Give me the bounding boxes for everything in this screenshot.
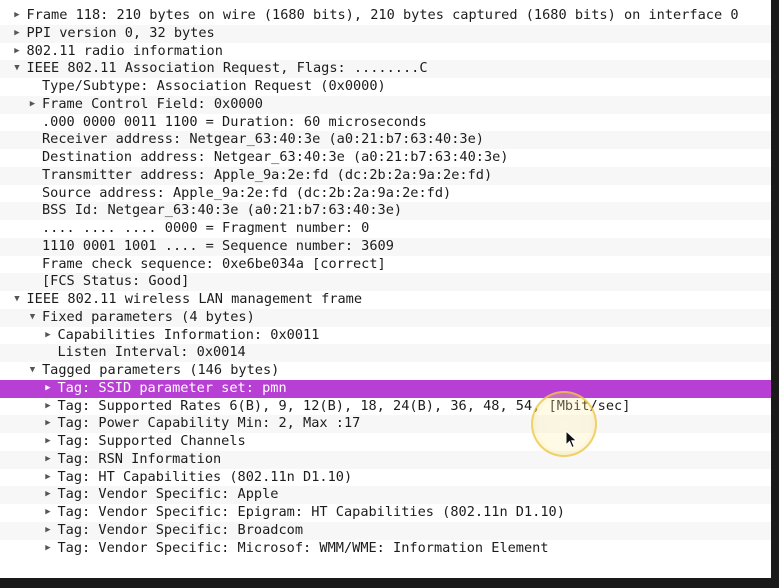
tree-row-label: Tag: RSN Information <box>57 450 222 467</box>
tree-row-label: IEEE 802.11 wireless LAN management fram… <box>26 291 363 307</box>
triangle-right-icon[interactable]: ▶ <box>11 43 23 61</box>
triangle-right-icon[interactable]: ▶ <box>42 540 54 558</box>
tree-row-label: Frame check sequence: 0xe6be034a [correc… <box>42 255 386 272</box>
triangle-right-icon[interactable]: ▶ <box>42 469 54 487</box>
tree-row[interactable]: ▼ Tagged parameters (146 bytes) <box>0 362 771 380</box>
triangle-right-icon[interactable]: ▶ <box>42 433 54 451</box>
tree-row[interactable]: ▼ IEEE 802.11 Association Request, Flags:… <box>0 60 771 78</box>
tree-row[interactable]: ▶ Tag: SSID parameter set: pmn <box>0 379 771 398</box>
tree-row-label: Tagged parameters (146 bytes) <box>42 362 280 378</box>
tree-row-label: Source address: Apple_9a:2e:fd (dc:2b:2a… <box>42 184 452 201</box>
triangle-right-icon[interactable]: ▶ <box>42 398 54 416</box>
triangle-down-icon[interactable]: ▼ <box>11 291 23 309</box>
tree-row-label: .... .... .... 0000 = Fragment number: 0 <box>42 220 370 236</box>
tree-row[interactable]: Frame check sequence: 0xe6be034a [correc… <box>0 256 771 274</box>
tree-row[interactable]: Source address: Apple_9a:2e:fd (dc:2b:2a… <box>0 185 771 203</box>
tree-row[interactable]: ▶ Tag: HT Capabilities (802.11n D1.10) <box>0 469 771 487</box>
tree-row[interactable]: ▼ IEEE 802.11 wireless LAN management fra… <box>0 291 771 309</box>
triangle-right-icon[interactable]: ▶ <box>42 504 54 522</box>
tree-row[interactable]: ▶ Frame Control Field: 0x0000 <box>0 95 771 114</box>
tree-row-label: 802.11 radio information <box>26 42 223 59</box>
tree-row[interactable]: ▶ PPI version 0, 32 bytes <box>0 24 771 43</box>
triangle-right-icon[interactable]: ▶ <box>42 327 54 345</box>
packet-details-pane: ▶ Frame 118: 210 bytes on wire (1680 bits… <box>0 0 779 588</box>
cursor-highlight <box>531 391 597 457</box>
mouse-pointer-icon <box>565 430 578 449</box>
triangle-right-icon[interactable]: ▶ <box>42 380 54 398</box>
tree-row-label: Tag: Vendor Specific: Broadcom <box>57 521 304 538</box>
tree-row[interactable]: BSS Id: Netgear_63:40:3e (a0:21:b7:63:40… <box>0 202 771 220</box>
tree-row-label: [FCS Status: Good] <box>42 273 190 290</box>
tree-row-label: Transmitter address: Apple_9a:2e:fd (dc:… <box>42 166 493 183</box>
triangle-right-icon[interactable]: ▶ <box>42 451 54 469</box>
tree-row[interactable]: [FCS Status: Good] <box>0 273 771 291</box>
tree-row-label: Frame Control Field: 0x0000 <box>42 95 263 112</box>
triangle-right-icon[interactable]: ▶ <box>42 486 54 504</box>
triangle-right-icon[interactable]: ▶ <box>27 96 39 114</box>
tree-row-label: Receiver address: Netgear_63:40:3e (a0:2… <box>42 131 484 148</box>
tree-row[interactable]: Destination address: Netgear_63:40:3e (a… <box>0 149 771 167</box>
tree-row-label: Tag: HT Capabilities (802.11n D1.10) <box>57 468 353 485</box>
tree-row-label: Tag: Vendor Specific: Microsof: WMM/WME:… <box>57 539 549 556</box>
tree-row[interactable]: ▶ Tag: Power Capability Min: 2, Max :17 <box>0 415 771 433</box>
tree-row[interactable]: ▶ 802.11 radio information <box>0 43 771 61</box>
tree-row[interactable]: Receiver address: Netgear_63:40:3e (a0:2… <box>0 131 771 149</box>
tree-row-label: 1110 0001 1001 .... = Sequence number: 3… <box>42 237 394 254</box>
tree-row-label: Tag: Vendor Specific: Apple <box>57 486 279 503</box>
tree-row[interactable]: .... .... .... 0000 = Fragment number: 0 <box>0 220 771 238</box>
tree-row-label: Type/Subtype: Association Request (0x000… <box>42 78 386 94</box>
tree-row-label: Capabilities Information: 0x0011 <box>57 326 320 343</box>
triangle-down-icon[interactable]: ▼ <box>27 362 39 380</box>
tree-row-label: Destination address: Netgear_63:40:3e (a… <box>42 149 509 165</box>
triangle-right-icon[interactable]: ▶ <box>11 7 23 25</box>
window-bottom-edge <box>0 578 779 588</box>
tree-row[interactable]: ▶ Tag: Vendor Specific: Apple <box>0 486 771 504</box>
tree-row[interactable]: ▶ Tag: Vendor Specific: Microsof: WMM/WME… <box>0 540 771 558</box>
tree-row-label: Tag: Vendor Specific: Epigram: HT Capabi… <box>57 504 565 520</box>
triangle-down-icon[interactable]: ▼ <box>27 309 39 327</box>
tree-row[interactable]: ▶ Tag: Vendor Specific: Broadcom <box>0 521 771 540</box>
tree-row-label: Listen Interval: 0x0014 <box>57 344 246 361</box>
tree-row-label: Tag: Power Capability Min: 2, Max :17 <box>57 415 361 432</box>
tree-row-label: BSS Id: Netgear_63:40:3e (a0:21:b7:63:40… <box>42 202 403 219</box>
tree-row-label: IEEE 802.11 Association Request, Flags: … <box>26 60 428 77</box>
tree-row[interactable]: ▶ Capabilities Information: 0x0011 <box>0 327 771 345</box>
tree-row[interactable]: Type/Subtype: Association Request (0x000… <box>0 78 771 96</box>
tree-row[interactable]: ▶ Tag: Supported Rates 6(B), 9, 12(B), 18… <box>0 398 771 416</box>
tree-row-label: Tag: Supported Channels <box>57 433 246 449</box>
tree-row[interactable]: Transmitter address: Apple_9a:2e:fd (dc:… <box>0 166 771 185</box>
tree-row-label: .000 0000 0011 1100 = Duration: 60 micro… <box>42 113 427 130</box>
tree-row[interactable]: 1110 0001 1001 .... = Sequence number: 3… <box>0 237 771 256</box>
tree-row[interactable]: ▶ Frame 118: 210 bytes on wire (1680 bits… <box>0 7 771 25</box>
protocol-tree[interactable]: ▶ Frame 118: 210 bytes on wire (1680 bits… <box>0 7 771 557</box>
tree-row[interactable]: .000 0000 0011 1100 = Duration: 60 micro… <box>0 114 771 132</box>
tree-row[interactable]: ▶ Tag: RSN Information <box>0 450 771 469</box>
tree-row-label: Frame 118: 210 bytes on wire (1680 bits)… <box>26 7 739 23</box>
triangle-down-icon[interactable]: ▼ <box>11 60 23 78</box>
tree-row[interactable]: Listen Interval: 0x0014 <box>0 344 771 362</box>
triangle-right-icon[interactable]: ▶ <box>42 415 54 433</box>
tree-row[interactable]: ▶ Tag: Supported Channels <box>0 433 771 451</box>
triangle-right-icon[interactable]: ▶ <box>42 522 54 540</box>
tree-row[interactable]: ▼ Fixed parameters (4 bytes) <box>0 308 771 327</box>
tree-row-label: Fixed parameters (4 bytes) <box>42 308 255 325</box>
tree-row[interactable]: ▶ Tag: Vendor Specific: Epigram: HT Capab… <box>0 504 771 522</box>
tree-row-label: Tag: SSID parameter set: pmn <box>57 379 287 396</box>
tree-row-label: PPI version 0, 32 bytes <box>26 24 215 41</box>
triangle-right-icon[interactable]: ▶ <box>11 25 23 43</box>
